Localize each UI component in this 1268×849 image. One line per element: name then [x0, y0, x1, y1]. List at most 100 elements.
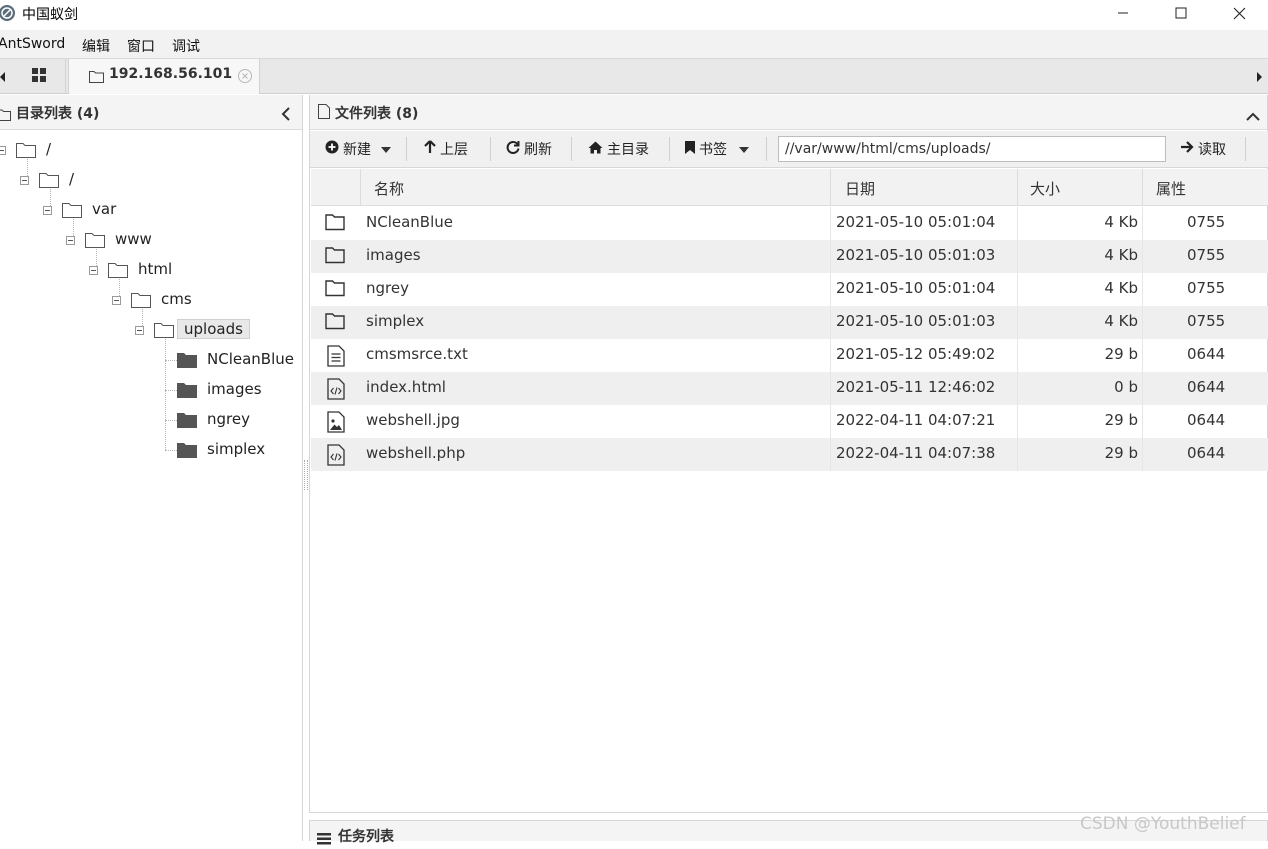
file-size: 4 Kb [1104, 312, 1138, 330]
tree-node-images[interactable]: images [0, 379, 300, 401]
file-date: 2021-05-11 12:46:02 [836, 378, 996, 396]
code-file-icon [327, 444, 345, 470]
file-row[interactable]: webshell.jpg 2022-04-11 04:07:21 29 b 06… [311, 405, 1268, 438]
minimize-button[interactable] [1094, 0, 1152, 26]
bookmark-button[interactable]: 书签 [685, 131, 753, 167]
tab-connection[interactable]: 192.168.56.101 [68, 59, 260, 94]
window-title: 中国蚁剑 [22, 7, 78, 23]
tree-collapse-toggle[interactable] [20, 176, 29, 185]
tree-node-var[interactable]: var [0, 199, 300, 221]
close-button[interactable] [1210, 0, 1268, 26]
folder-icon [39, 172, 59, 192]
tree-label: html [138, 260, 173, 278]
chevron-left-icon[interactable] [281, 106, 291, 125]
tree-node-html[interactable]: html [0, 259, 300, 281]
file-row[interactable]: NCleanBlue 2021-05-10 05:01:04 4 Kb 0755 [311, 207, 1268, 240]
folder-icon [325, 213, 345, 235]
close-circle-icon[interactable] [237, 68, 253, 84]
tree-collapse-toggle[interactable] [89, 266, 98, 275]
file-perm: 0755 [1187, 213, 1226, 231]
file-row[interactable]: cmsmsrce.txt 2021-05-12 05:49:02 29 b 06… [311, 339, 1268, 372]
folder-icon [85, 232, 105, 252]
tree-label: simplex [207, 440, 266, 458]
tree-node-ngrey[interactable]: ngrey [0, 409, 300, 431]
chevron-up-icon[interactable] [1246, 107, 1260, 126]
file-perm: 0644 [1187, 444, 1226, 462]
tree-node-www[interactable]: www [0, 229, 300, 251]
column-date-header[interactable]: 日期 [831, 169, 1018, 206]
folder-icon [325, 279, 345, 301]
tree-collapse-toggle[interactable] [43, 206, 52, 215]
menu-antsword[interactable]: AntSword [0, 36, 65, 52]
file-panel-header: 文件列表 (8) [310, 95, 1267, 130]
folder-filled-icon [177, 382, 197, 402]
tree-label: / [46, 140, 52, 158]
file-row[interactable]: index.html 2021-05-11 12:46:02 0 b 0644 [311, 372, 1268, 405]
tree-node-cms[interactable]: cms [0, 289, 300, 311]
folder-filled-icon [177, 352, 197, 372]
title-bar: 中国蚁剑 [0, 0, 1268, 26]
tab-scroll-right-icon[interactable] [1254, 69, 1264, 85]
maximize-button[interactable] [1152, 0, 1210, 26]
plus-circle-icon [325, 140, 343, 158]
file-name: index.html [366, 378, 446, 396]
file-size: 29 b [1104, 411, 1138, 429]
tree-collapse-toggle[interactable] [66, 236, 75, 245]
home-icon [588, 141, 607, 158]
tree-node-ncleanblue[interactable]: NCleanBlue [0, 349, 300, 371]
new-button[interactable]: 新建 [325, 131, 395, 167]
tree-label: var [92, 200, 117, 218]
file-name: NCleanBlue [366, 213, 453, 231]
home-dir-button[interactable]: 主目录 [588, 131, 649, 167]
folder-icon [154, 322, 174, 342]
directory-panel: 目录列表 (4) / / var www html cms uploads NC… [0, 95, 303, 841]
tree-label: / [69, 170, 75, 188]
image-file-icon [327, 411, 345, 437]
file-row[interactable]: images 2021-05-10 05:01:03 4 Kb 0755 [311, 240, 1268, 273]
file-size: 29 b [1104, 444, 1138, 462]
tab-scroll-left-icon[interactable] [0, 69, 8, 85]
file-size: 4 Kb [1104, 213, 1138, 231]
tree-label: cms [161, 290, 192, 308]
file-perm: 0644 [1187, 378, 1226, 396]
folder-icon [89, 68, 104, 87]
tree-node-simplex[interactable]: simplex [0, 439, 300, 461]
menu-debug[interactable]: 调试 [172, 36, 200, 56]
list-icon [317, 830, 331, 849]
file-perm: 0755 [1187, 246, 1226, 264]
splitter-handle[interactable] [304, 460, 308, 490]
folder-icon [16, 142, 36, 162]
code-file-icon [327, 378, 345, 404]
file-row[interactable]: simplex 2021-05-10 05:01:03 4 Kb 0755 [311, 306, 1268, 339]
tab-bar: 192.168.56.101 [0, 58, 1268, 94]
file-panel: 文件列表 (8) 新建 上层 刷新 主目录 书签 //var/www/html/… [309, 95, 1268, 813]
file-name: cmsmsrce.txt [366, 345, 468, 363]
tree-label: www [115, 230, 152, 248]
column-perm-header[interactable]: 属性 [1143, 169, 1268, 206]
tree-node-slash[interactable]: / [0, 169, 300, 191]
column-name-header[interactable]: 名称 [361, 169, 831, 206]
read-button[interactable]: 读取 [1180, 131, 1226, 167]
path-input[interactable] [778, 136, 1166, 162]
tree-node-root[interactable]: / [0, 139, 300, 161]
bookmark-icon [685, 140, 699, 158]
minimize-icon [1117, 7, 1129, 19]
menu-edit[interactable]: 编辑 [82, 36, 110, 56]
tree-collapse-toggle[interactable] [112, 296, 121, 305]
refresh-button[interactable]: 刷新 [506, 131, 552, 167]
file-perm: 0755 [1187, 279, 1226, 297]
file-perm: 0644 [1187, 411, 1226, 429]
tree-node-uploads[interactable]: uploads [0, 319, 300, 341]
folder-filled-icon [177, 442, 197, 462]
tab-home[interactable] [12, 59, 66, 93]
file-toolbar: 新建 上层 刷新 主目录 书签 //var/www/html/cms/uploa… [310, 131, 1268, 168]
menu-window[interactable]: 窗口 [127, 36, 155, 56]
tree-collapse-toggle[interactable] [135, 326, 144, 335]
up-button[interactable]: 上层 [424, 131, 468, 167]
tab-connection-label: 192.168.56.101 [109, 66, 233, 82]
folder-icon [62, 202, 82, 222]
column-size-header[interactable]: 大小 [1018, 169, 1143, 206]
file-row[interactable]: ngrey 2021-05-10 05:01:04 4 Kb 0755 [311, 273, 1268, 306]
tree-collapse-toggle[interactable] [0, 146, 6, 155]
file-row[interactable]: webshell.php 2022-04-11 04:07:38 29 b 06… [311, 438, 1268, 471]
